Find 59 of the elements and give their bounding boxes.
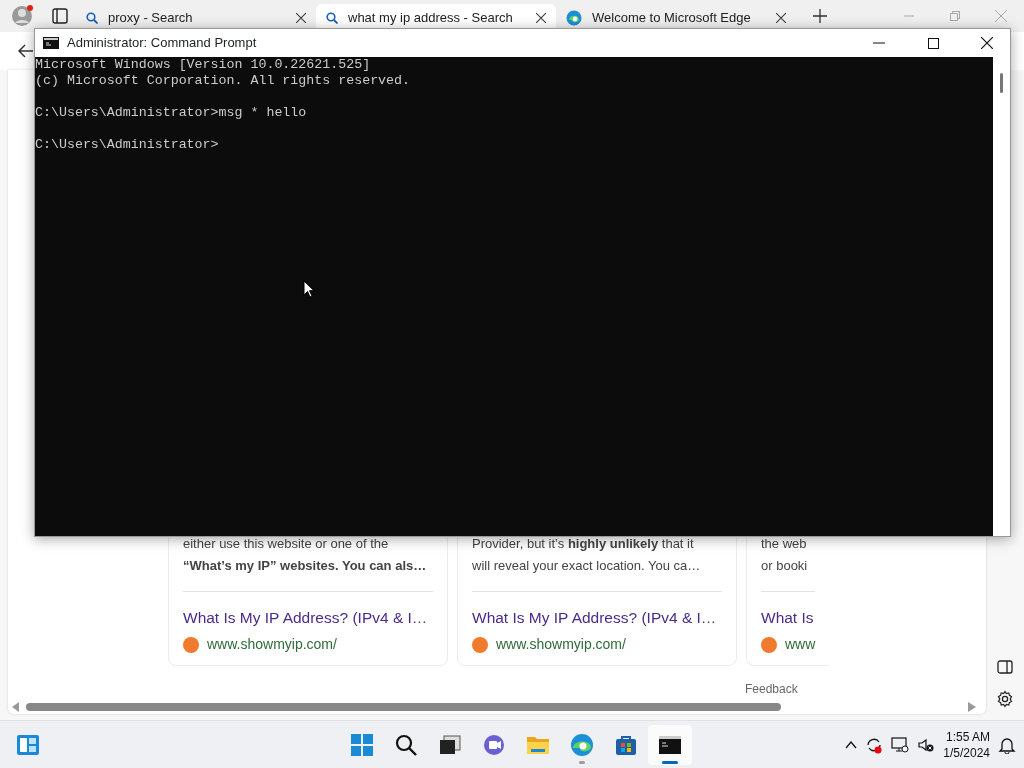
result-link[interactable]: What Is My IP Address? (IPv4 & I… <box>183 606 428 630</box>
close-icon[interactable] <box>296 13 306 23</box>
console-icon <box>43 37 59 49</box>
maximize-icon <box>927 37 939 49</box>
chevron-up-icon[interactable] <box>845 740 858 749</box>
site-favicon-icon <box>761 636 777 653</box>
monitor-icon[interactable] <box>891 735 910 754</box>
scroll-right-icon[interactable] <box>968 702 976 712</box>
swirl-logo-icon <box>570 732 594 757</box>
profile-avatar-icon[interactable] <box>11 5 33 27</box>
scroll-left-icon[interactable] <box>12 702 20 712</box>
result-link[interactable]: What Is <box>761 606 814 630</box>
console-line: (c) Microsoft Corporation. All rights reserved. <box>35 73 412 89</box>
search-icon <box>326 12 338 24</box>
result-link[interactable]: What Is My IP Address? (IPv4 & I… <box>472 606 717 630</box>
minimize-icon <box>904 15 914 17</box>
console-line: C:\Users\Administrator>msg * hello <box>35 105 308 121</box>
snippet-text: the web <box>761 535 807 553</box>
console-line: C:\Users\Administrator> <box>35 137 220 153</box>
close-icon <box>995 10 1007 22</box>
minimize-icon <box>873 42 885 44</box>
search-icon <box>394 732 418 757</box>
console-line: Microsoft Windows [Version 10.0.22621.525] <box>35 57 372 73</box>
clock-time: 1:55 AM <box>944 728 990 745</box>
close-icon[interactable] <box>776 13 786 23</box>
taskbar-app-button[interactable] <box>648 724 692 765</box>
vertical-scrollbar-thumb[interactable] <box>1000 73 1003 93</box>
search-icon <box>86 12 98 24</box>
new-tab-icon[interactable] <box>813 9 827 23</box>
snippet-text: Provider, but it’s highly unlikely that it <box>472 535 694 553</box>
snippet-text: will reveal your exact location. You ca… <box>472 557 701 575</box>
settings-icon[interactable] <box>996 690 1014 708</box>
horizontal-scrollbar-thumb[interactable] <box>26 703 781 711</box>
site-favicon-icon <box>472 636 488 653</box>
split-screen-icon[interactable] <box>997 660 1013 674</box>
clock-date: 1/5/2024 <box>943 744 990 761</box>
snippet-text: “What’s my IP” websites. You can als… <box>183 557 427 575</box>
tab-actions-icon[interactable] <box>52 8 68 24</box>
mouse-cursor-icon <box>303 280 315 298</box>
swirl-logo-icon <box>566 10 582 26</box>
close-icon[interactable] <box>536 13 546 23</box>
snippet-text: either use this website or one of the <box>183 535 389 553</box>
start-icon <box>350 732 374 757</box>
chat-icon <box>482 732 506 757</box>
window-title: Administrator: Command Prompt <box>67 34 257 53</box>
browser-tab[interactable]: proxy - Search <box>76 4 316 32</box>
site-favicon-icon <box>183 636 199 653</box>
restore-icon <box>950 11 960 21</box>
site-url: www.showmyip.com/ <box>207 635 337 654</box>
site-url: www <box>785 635 816 654</box>
close-icon <box>981 37 993 49</box>
task-view-icon <box>438 732 462 757</box>
snippet-text: or booki <box>761 557 808 575</box>
notification-bell-icon[interactable] <box>998 736 1016 755</box>
feedback-link[interactable]: Feedback <box>745 680 986 698</box>
taskbar-clock[interactable]: 1:55 AM 1/5/2024 <box>943 728 990 761</box>
widgets-icon <box>16 733 40 756</box>
back-arrow-icon[interactable] <box>18 44 34 58</box>
site-url: www.showmyip.com/ <box>496 635 626 654</box>
